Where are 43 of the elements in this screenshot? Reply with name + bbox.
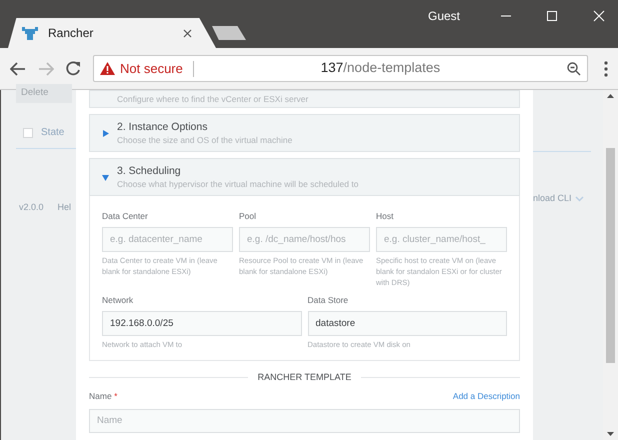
section-title: 3. Scheduling [117, 164, 182, 178]
new-tab-button[interactable] [212, 26, 246, 40]
section-description: Choose the size and OS of the virtual machine [117, 134, 292, 146]
text-input[interactable]: datastore [308, 310, 507, 336]
section-heading: RANCHER TEMPLATE [258, 370, 352, 384]
column-header: State [41, 126, 64, 140]
menu-icon[interactable] [604, 60, 608, 76]
add-description-link[interactable]: Add a Description [452, 390, 520, 403]
text-input[interactable]: e.g. /dc_name/host/hos [239, 226, 370, 252]
tab-title: Rancher [48, 25, 94, 42]
section-title: 2. Instance Options [117, 120, 208, 134]
maximize-icon[interactable] [546, 10, 558, 22]
section-header[interactable]: 3. Scheduling Choose what hypervisor the virtual machine will be scheduled to [89, 158, 520, 196]
url-text: 137/node-templates [320, 59, 442, 78]
checkbox[interactable] [23, 128, 33, 138]
section-header[interactable]: 2. Instance Options Choose the size and OS of the virtual machine [89, 114, 520, 152]
field-label: Data Store [308, 294, 350, 306]
field-label: Pool [239, 210, 258, 223]
cow-logo-icon [22, 26, 38, 40]
scroll-down-icon[interactable] [607, 432, 614, 436]
version-text: v2.0.0 [19, 201, 44, 214]
text-input[interactable]: e.g. cluster_name/host_ [376, 226, 507, 252]
reload-icon[interactable] [66, 61, 81, 76]
scrollbar-thumb[interactable] [606, 148, 615, 362]
security-label: Not secure [120, 60, 194, 76]
scroll-up-icon[interactable] [607, 94, 614, 98]
chevron-down-icon [574, 196, 584, 202]
name-input[interactable]: Name [89, 408, 520, 433]
back-arrow-icon[interactable] [10, 62, 26, 76]
field-label: Network [102, 294, 134, 306]
field-label: Data Center [102, 210, 149, 223]
zoom-out-icon[interactable] [567, 62, 581, 76]
text-input[interactable]: 192.168.0.0/25 [102, 310, 302, 336]
profile-name[interactable]: Guest [428, 7, 460, 25]
field-label: Name * [89, 390, 118, 403]
browser-tab[interactable]: Rancher [8, 18, 216, 48]
close-icon[interactable] [183, 28, 192, 38]
address-bar[interactable]: Not secure 137/node-templates [93, 55, 588, 82]
text-input[interactable]: e.g. datacenter_name [102, 226, 233, 252]
warning-icon [100, 62, 115, 75]
section-description: Configure where to find the vCenter or ESXi server [117, 93, 308, 105]
section-description: Choose what hypervisor the virtual machine will be scheduled to [117, 178, 358, 190]
field-label: Host [376, 210, 394, 223]
